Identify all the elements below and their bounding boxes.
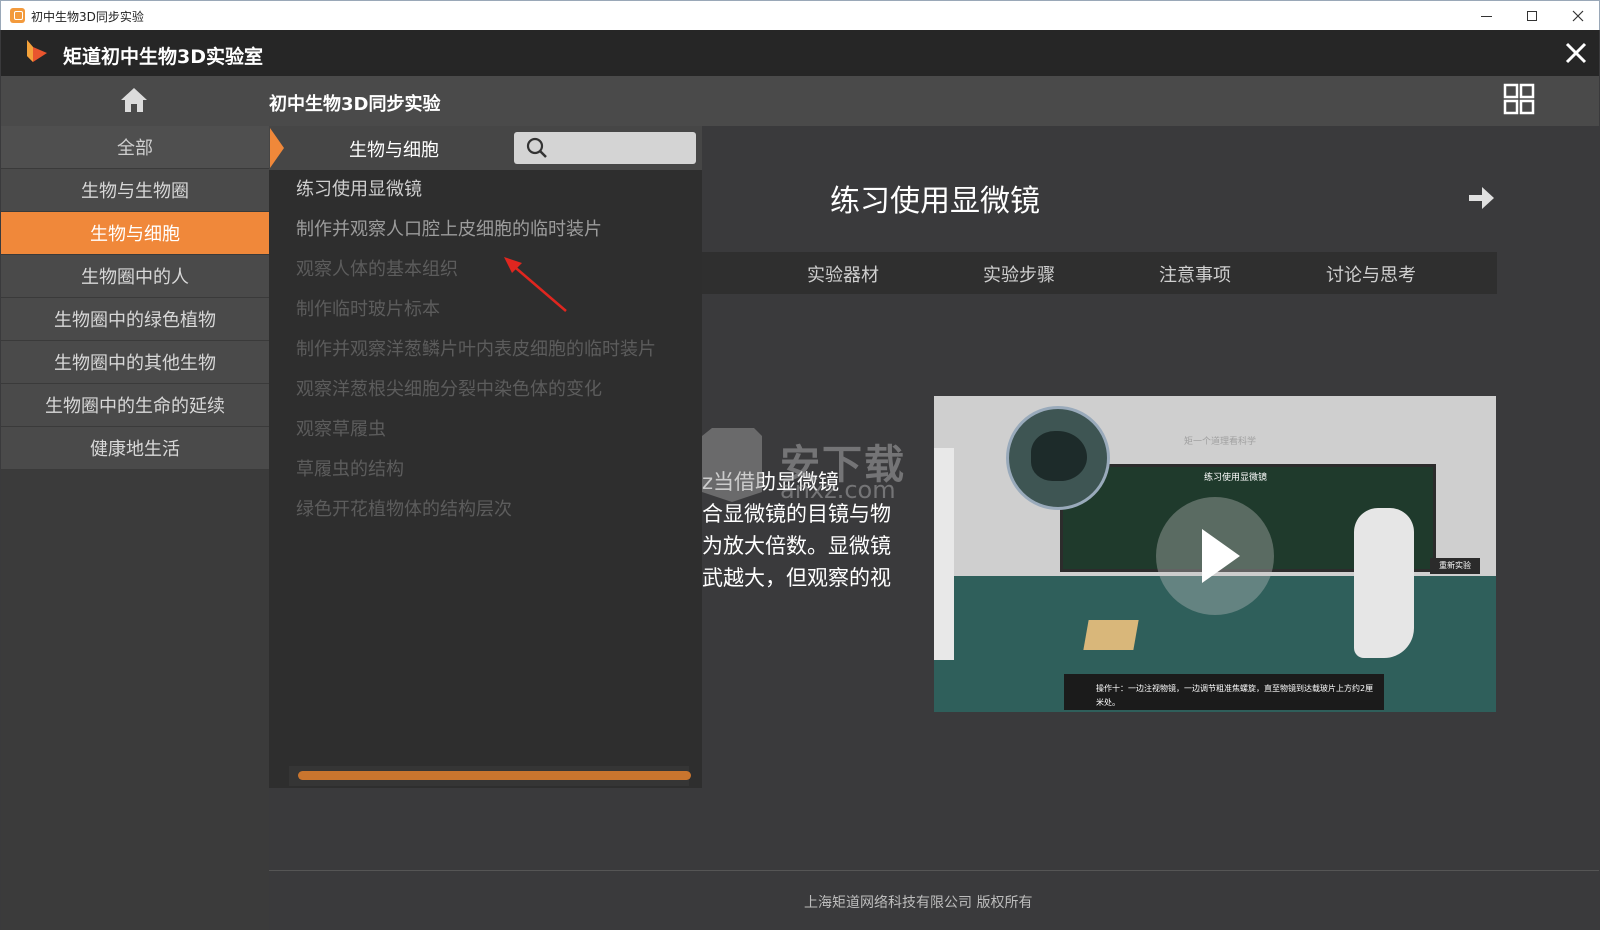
sidebar-item-health[interactable]: 健康地生活	[1, 427, 269, 470]
sidebar-item-green-plants[interactable]: 生物圈中的绿色植物	[1, 298, 269, 341]
experiment-dropdown: 生物与细胞 练习使用显微镜 制作并观察人口腔上皮细胞的临时装片 观察人体的基本组…	[269, 126, 702, 788]
list-item[interactable]: 观察人体的基本组织	[296, 250, 702, 290]
sidebar-item-human[interactable]: 生物圈中的人	[1, 255, 269, 298]
triangle-marker-icon	[270, 128, 284, 168]
slide-box	[1083, 620, 1139, 650]
list-item[interactable]: 制作并观察洋葱鳞片叶内表皮细胞的临时装片	[296, 330, 702, 370]
search-input[interactable]	[514, 132, 696, 164]
sidebar-item-other-organisms[interactable]: 生物圈中的其他生物	[1, 341, 269, 384]
search-icon	[526, 137, 547, 158]
watermark-sub: anxz.com	[780, 476, 896, 504]
window-title: 初中生物3D同步实验	[31, 10, 144, 24]
tab-bar: 实验器材 实验步骤 注意事项 讨论与思考	[702, 252, 1497, 294]
tab-notes[interactable]: 注意事项	[1159, 261, 1231, 287]
close-icon	[1572, 10, 1584, 22]
maximize-icon	[1527, 11, 1537, 21]
sidebar-item-reproduction[interactable]: 生物圈中的生命的延续	[1, 384, 269, 427]
footer-copyright: 上海矩道网络科技有限公司 版权所有	[804, 895, 1033, 911]
microscope-view	[1006, 406, 1110, 510]
sub-header: 初中生物3D同步实验	[1, 76, 1599, 126]
list-item[interactable]: 绿色开花植物体的结构层次	[296, 490, 702, 530]
experiment-list: 练习使用显微镜 制作并观察人口腔上皮细胞的临时装片 观察人体的基本组织 制作临时…	[296, 170, 702, 530]
dropdown-category: 生物与细胞	[349, 140, 439, 161]
list-item[interactable]: 练习使用显微镜	[296, 170, 702, 210]
video-caption: 操作十：一边注视物镜，一边调节粗准焦螺旋，直至物镜到达载玻片上方约2厘米处。	[1096, 684, 1374, 707]
annotation-arrow-icon	[504, 257, 567, 312]
video-preview[interactable]: 矩一个道理看科学 练习使用显微镜 重新实验 操作十：一边注视物镜，一边调节粗准焦…	[934, 396, 1496, 712]
page-title: 初中生物3D同步实验	[269, 94, 441, 115]
sidebar-item-all[interactable]: 全部	[1, 126, 269, 169]
minimize-icon	[1480, 15, 1492, 17]
window-close-button[interactable]	[1555, 1, 1600, 31]
list-item[interactable]: 草履虫的结构	[296, 450, 702, 490]
video-toolbar	[934, 448, 954, 660]
sidebar-item-cell[interactable]: 生物与细胞	[1, 212, 269, 255]
video-brand: 矩一个道理看科学	[1184, 437, 1257, 447]
description-line: 为放大倍数。显微镜	[702, 534, 891, 558]
footer-divider	[269, 870, 1599, 871]
list-item[interactable]: 观察草履虫	[296, 410, 702, 450]
microscope	[1354, 508, 1414, 658]
tab-steps[interactable]: 实验步骤	[983, 261, 1055, 287]
maximize-button[interactable]	[1509, 1, 1555, 31]
play-icon[interactable]	[1156, 497, 1274, 615]
list-item[interactable]: 制作并观察人口腔上皮细胞的临时装片	[296, 210, 702, 250]
play-logo-icon	[27, 40, 47, 62]
arrow-right-icon[interactable]	[1466, 183, 1496, 213]
description-line: 武越大，但观察的视	[702, 566, 891, 590]
minimize-button[interactable]	[1463, 1, 1509, 31]
tab-discussion[interactable]: 讨论与思考	[1326, 261, 1416, 287]
video-board-title: 练习使用显微镜	[1204, 473, 1268, 483]
restart-button: 重新实验	[1430, 558, 1480, 574]
app-header: 矩道初中生物3D实验室	[1, 30, 1599, 76]
experiment-title: 练习使用显微镜	[830, 184, 1040, 219]
app-title: 矩道初中生物3D实验室	[63, 46, 263, 68]
home-icon[interactable]	[119, 86, 149, 114]
scrollbar-thumb[interactable]	[298, 771, 691, 780]
list-item[interactable]: 观察洋葱根尖细胞分裂中染色体的变化	[296, 370, 702, 410]
list-item[interactable]: 制作临时玻片标本	[296, 290, 702, 330]
close-icon[interactable]	[1561, 38, 1591, 68]
dropdown-header: 生物与细胞	[269, 126, 702, 170]
sidebar-item-biosphere[interactable]: 生物与生物圈	[1, 169, 269, 212]
tab-equipment[interactable]: 实验器材	[807, 261, 879, 287]
sidebar: 全部 生物与生物圈 生物与细胞 生物圈中的人 生物圈中的绿色植物 生物圈中的其他…	[1, 126, 269, 930]
os-titlebar: 初中生物3D同步实验	[0, 0, 1600, 30]
app-icon	[10, 8, 25, 23]
grid-icon[interactable]	[1503, 83, 1535, 115]
